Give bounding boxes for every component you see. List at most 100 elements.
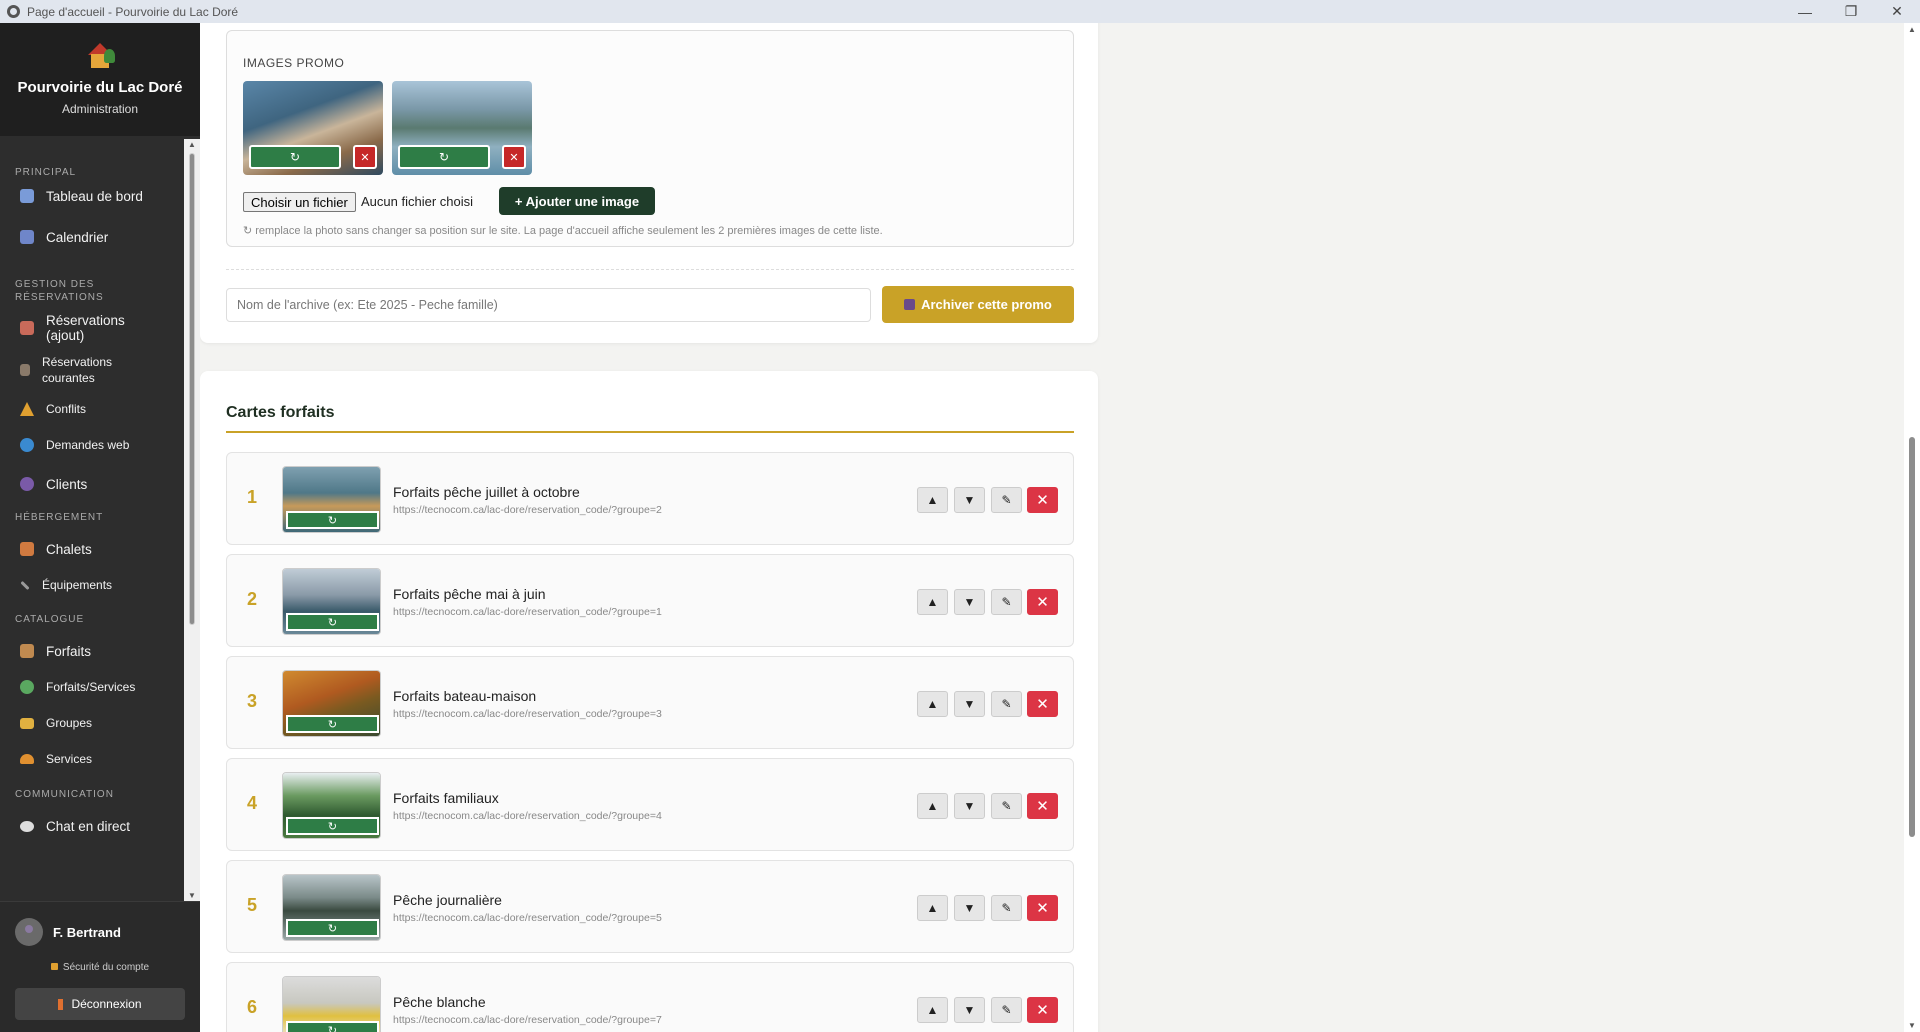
sidebar-item-web-requests[interactable]: Demandes web — [0, 435, 149, 455]
move-up-button[interactable]: ▲ — [917, 997, 948, 1023]
section-hebergement: HÉBERGEMENT — [15, 512, 104, 523]
sidebar-item-forfaits-services[interactable]: Forfaits/Services — [0, 677, 155, 697]
move-up-button[interactable]: ▲ — [917, 895, 948, 921]
sidebar-item-chalets[interactable]: Chalets — [0, 539, 112, 559]
delete-button[interactable]: ✕ — [1027, 793, 1058, 819]
replace-image-button[interactable]: ↻ — [286, 919, 379, 937]
sidebar: Pourvoirie du Lac Doré Administration PR… — [0, 23, 200, 1032]
replace-image-button[interactable]: ↻ — [286, 1021, 379, 1032]
sidebar-item-reservations-add[interactable]: Réservations (ajout) — [0, 313, 184, 343]
promo-image-2: ↻ ✕ — [392, 81, 532, 175]
delete-button[interactable]: ✕ — [1027, 895, 1058, 921]
brand-name: Pourvoirie du Lac Doré — [17, 79, 183, 96]
house-icon — [20, 542, 34, 556]
delete-button[interactable]: ✕ — [1027, 487, 1058, 513]
lock-icon — [50, 963, 58, 970]
edit-button[interactable]: ✎ — [991, 997, 1022, 1023]
move-down-button[interactable]: ▼ — [954, 589, 985, 615]
avatar — [15, 918, 43, 946]
row-url: https://tecnocom.ca/lac-dore/reservation… — [393, 1014, 662, 1026]
move-up-button[interactable]: ▲ — [917, 691, 948, 717]
delete-image-button[interactable]: ✕ — [353, 145, 377, 169]
sidebar-item-dashboard[interactable]: Tableau de bord — [0, 186, 163, 206]
move-down-button[interactable]: ▼ — [954, 487, 985, 513]
edit-button[interactable]: ✎ — [991, 793, 1022, 819]
row-number: 3 — [247, 691, 258, 711]
sidebar-scrollbar-thumb[interactable] — [189, 153, 195, 625]
logout-button[interactable]: Déconnexion — [15, 988, 185, 1020]
move-up-button[interactable]: ▲ — [917, 793, 948, 819]
section-reservations: GESTION DES RÉSERVATIONS — [15, 279, 104, 303]
edit-button[interactable]: ✎ — [991, 487, 1022, 513]
row-title: Forfaits bateau-maison — [393, 688, 537, 704]
sidebar-item-groupes[interactable]: Groupes — [0, 713, 112, 733]
main-scrollbar-thumb[interactable] — [1909, 437, 1915, 837]
row-title: Forfaits pêche mai à juin — [393, 586, 546, 602]
replace-image-button[interactable]: ↻ — [286, 817, 379, 835]
row-number: 1 — [247, 487, 258, 507]
title-underline — [226, 431, 1074, 433]
replace-image-button[interactable]: ↻ — [249, 145, 341, 169]
user-name: F. Bertrand — [53, 925, 121, 940]
choose-file-button[interactable]: Choisir un fichier — [243, 192, 356, 212]
replace-image-button[interactable]: ↻ — [286, 511, 379, 529]
replace-image-button[interactable]: ↻ — [286, 715, 379, 733]
scroll-up-arrow-icon[interactable]: ▲ — [188, 140, 196, 149]
archive-name-input[interactable]: Nom de l'archive (ex: Ete 2025 - Peche f… — [226, 288, 871, 322]
booking-add-icon — [20, 321, 34, 335]
replace-image-button[interactable]: ↻ — [286, 613, 379, 631]
move-down-button[interactable]: ▼ — [954, 895, 985, 921]
sidebar-item-clients[interactable]: Clients — [0, 474, 107, 494]
table-row: 4 ↻ Forfaits familiaux https://tecnocom.… — [226, 758, 1074, 851]
close-window-button[interactable]: ✕ — [1874, 3, 1920, 20]
door-icon — [58, 998, 64, 1010]
browser-icon — [7, 5, 20, 18]
table-row: 2 ↻ Forfaits pêche mai à juin https://te… — [226, 554, 1074, 647]
scroll-up-arrow-icon[interactable]: ▲ — [1908, 25, 1916, 34]
row-thumbnail: ↻ — [282, 772, 381, 839]
add-image-button[interactable]: + Ajouter une image — [499, 187, 655, 215]
row-thumbnail: ↻ — [282, 670, 381, 737]
forfaits-card: Cartes forfaits 1 ↻ Forfaits pêche juill… — [200, 371, 1098, 1032]
move-down-button[interactable]: ▼ — [954, 691, 985, 717]
row-number: 2 — [247, 589, 258, 609]
divider — [226, 269, 1074, 270]
table-row: 5 ↻ Pêche journalière https://tecnocom.c… — [226, 860, 1074, 953]
move-down-button[interactable]: ▼ — [954, 997, 985, 1023]
edit-button[interactable]: ✎ — [991, 691, 1022, 717]
calendar-icon — [20, 230, 34, 244]
archive-promo-button[interactable]: Archiver cette promo — [882, 286, 1074, 323]
sidebar-scrollbar[interactable]: ▲ ▼ — [184, 139, 200, 901]
sidebar-item-services[interactable]: Services — [0, 749, 112, 769]
sidebar-item-conflicts[interactable]: Conflits — [0, 399, 106, 419]
delete-button[interactable]: ✕ — [1027, 589, 1058, 615]
row-url: https://tecnocom.ca/lac-dore/reservation… — [393, 810, 662, 822]
main-scrollbar[interactable]: ▲ ▼ — [1904, 23, 1920, 1032]
scroll-down-arrow-icon[interactable]: ▼ — [188, 891, 196, 900]
sidebar-item-reservations-current[interactable]: Réservations courantes — [0, 353, 152, 387]
bell-icon — [20, 754, 34, 764]
edit-button[interactable]: ✎ — [991, 589, 1022, 615]
delete-button[interactable]: ✕ — [1027, 997, 1058, 1023]
delete-button[interactable]: ✕ — [1027, 691, 1058, 717]
scroll-down-arrow-icon[interactable]: ▼ — [1908, 1021, 1916, 1030]
table-row: 3 ↻ Forfaits bateau-maison https://tecno… — [226, 656, 1074, 749]
delete-image-button[interactable]: ✕ — [502, 145, 526, 169]
sidebar-item-equipment[interactable]: Équipements — [0, 575, 132, 595]
sidebar-item-forfaits[interactable]: Forfaits — [0, 641, 111, 661]
package-icon — [20, 644, 34, 658]
replace-image-button[interactable]: ↻ — [398, 145, 490, 169]
move-up-button[interactable]: ▲ — [917, 487, 948, 513]
sidebar-item-chat[interactable]: Chat en direct — [0, 816, 150, 836]
promo-image-1: ↻ ✕ — [243, 81, 383, 175]
move-down-button[interactable]: ▼ — [954, 793, 985, 819]
section-catalogue: CATALOGUE — [15, 614, 85, 625]
puzzle-icon — [20, 680, 34, 694]
row-title: Forfaits pêche juillet à octobre — [393, 484, 580, 500]
minimize-button[interactable]: — — [1782, 4, 1828, 20]
move-up-button[interactable]: ▲ — [917, 589, 948, 615]
edit-button[interactable]: ✎ — [991, 895, 1022, 921]
sidebar-item-calendar[interactable]: Calendrier — [0, 227, 128, 247]
restore-button[interactable]: ❐ — [1828, 3, 1874, 20]
account-security-link[interactable]: Sécurité du compte — [0, 962, 200, 973]
